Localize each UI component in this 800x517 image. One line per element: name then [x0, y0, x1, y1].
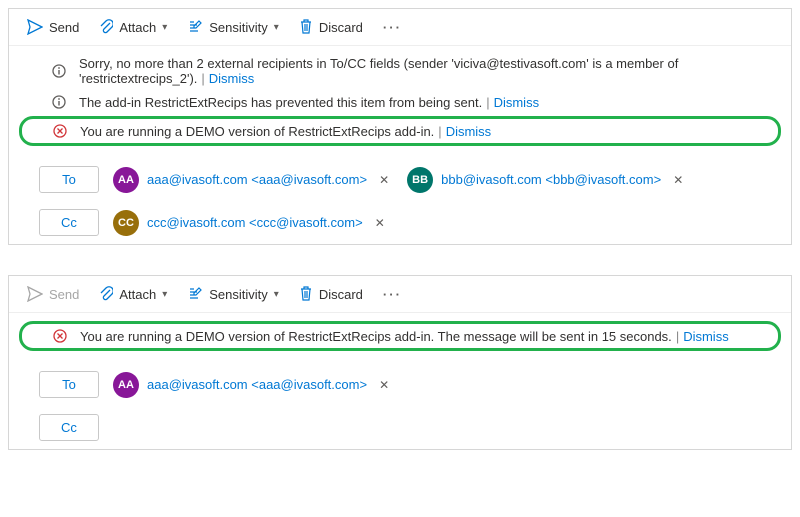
send-button: Send — [19, 282, 87, 306]
avatar: AA — [113, 372, 139, 398]
remove-recipient-icon[interactable]: ✕ — [375, 173, 393, 187]
recipient-chip[interactable]: AA aaa@ivasoft.com <aaa@ivasoft.com> ✕ — [113, 372, 393, 398]
notice-area: You are running a DEMO version of Restri… — [9, 313, 791, 363]
notice-text: Sorry, no more than 2 external recipient… — [79, 56, 775, 86]
remove-recipient-icon[interactable]: ✕ — [669, 173, 687, 187]
chevron-down-icon: ▾ — [162, 289, 167, 300]
sensitivity-label: Sensitivity — [209, 287, 268, 302]
avatar: CC — [113, 210, 139, 236]
discard-label: Discard — [319, 20, 363, 35]
error-icon — [52, 123, 68, 139]
dismiss-link[interactable]: Dismiss — [446, 124, 492, 139]
attach-label: Attach — [119, 20, 156, 35]
paperclip-icon — [99, 286, 113, 302]
sensitivity-button[interactable]: Sensitivity ▾ — [179, 282, 287, 306]
chevron-down-icon: ▾ — [274, 289, 279, 300]
recipient-text: aaa@ivasoft.com <aaa@ivasoft.com> — [147, 172, 367, 187]
more-button[interactable]: ··· — [375, 16, 410, 39]
send-label: Send — [49, 287, 79, 302]
recipient-chip[interactable]: CC ccc@ivasoft.com <ccc@ivasoft.com> ✕ — [113, 210, 389, 236]
notice-info: The add-in RestrictExtRecips has prevent… — [9, 90, 791, 114]
compose-toolbar: Send Attach ▾ Sensitivity ▾ Discard ··· — [9, 9, 791, 46]
compose-pane-1: Send Attach ▾ Sensitivity ▾ Discard ··· … — [8, 8, 792, 245]
notice-error-highlighted: You are running a DEMO version of Restri… — [19, 116, 781, 146]
recipient-chip[interactable]: AA aaa@ivasoft.com <aaa@ivasoft.com> ✕ — [113, 167, 393, 193]
cc-button[interactable]: Cc — [39, 209, 99, 236]
recipient-text: bbb@ivasoft.com <bbb@ivasoft.com> — [441, 172, 661, 187]
sensitivity-button[interactable]: Sensitivity ▾ — [179, 15, 287, 39]
avatar: BB — [407, 167, 433, 193]
recipient-text: aaa@ivasoft.com <aaa@ivasoft.com> — [147, 377, 367, 392]
notice-text: You are running a DEMO version of Restri… — [80, 124, 491, 139]
notice-text: The add-in RestrictExtRecips has prevent… — [79, 95, 539, 110]
info-icon — [51, 94, 67, 110]
notice-error-highlighted: You are running a DEMO version of Restri… — [19, 321, 781, 351]
send-button[interactable]: Send — [19, 15, 87, 39]
to-row: To AA aaa@ivasoft.com <aaa@ivasoft.com> … — [9, 158, 791, 201]
sensitivity-icon — [187, 286, 203, 302]
dismiss-link[interactable]: Dismiss — [209, 71, 255, 86]
discard-button[interactable]: Discard — [291, 282, 371, 306]
to-row: To AA aaa@ivasoft.com <aaa@ivasoft.com> … — [9, 363, 791, 406]
notice-info: Sorry, no more than 2 external recipient… — [9, 52, 791, 90]
to-button[interactable]: To — [39, 166, 99, 193]
trash-icon — [299, 286, 313, 302]
info-icon — [51, 63, 67, 79]
more-button[interactable]: ··· — [375, 283, 410, 306]
discard-label: Discard — [319, 287, 363, 302]
notice-area: Sorry, no more than 2 external recipient… — [9, 46, 791, 158]
send-label: Send — [49, 20, 79, 35]
to-button[interactable]: To — [39, 371, 99, 398]
dismiss-link[interactable]: Dismiss — [494, 95, 540, 110]
cc-row: Cc — [9, 406, 791, 449]
compose-toolbar: Send Attach ▾ Sensitivity ▾ Discard ··· — [9, 276, 791, 313]
notice-text: You are running a DEMO version of Restri… — [80, 329, 729, 344]
recipient-chip[interactable]: BB bbb@ivasoft.com <bbb@ivasoft.com> ✕ — [407, 167, 687, 193]
paperclip-icon — [99, 19, 113, 35]
chevron-down-icon: ▾ — [274, 22, 279, 33]
trash-icon — [299, 19, 313, 35]
compose-pane-2: Send Attach ▾ Sensitivity ▾ Discard ··· … — [8, 275, 792, 450]
discard-button[interactable]: Discard — [291, 15, 371, 39]
remove-recipient-icon[interactable]: ✕ — [371, 216, 389, 230]
sensitivity-icon — [187, 19, 203, 35]
sensitivity-label: Sensitivity — [209, 20, 268, 35]
dismiss-link[interactable]: Dismiss — [683, 329, 729, 344]
attach-label: Attach — [119, 287, 156, 302]
send-icon — [27, 19, 43, 35]
send-icon — [27, 286, 43, 302]
cc-button[interactable]: Cc — [39, 414, 99, 441]
remove-recipient-icon[interactable]: ✕ — [375, 378, 393, 392]
attach-button[interactable]: Attach ▾ — [91, 15, 175, 39]
error-icon — [52, 328, 68, 344]
cc-row: Cc CC ccc@ivasoft.com <ccc@ivasoft.com> … — [9, 201, 791, 244]
attach-button[interactable]: Attach ▾ — [91, 282, 175, 306]
chevron-down-icon: ▾ — [162, 22, 167, 33]
recipient-text: ccc@ivasoft.com <ccc@ivasoft.com> — [147, 215, 363, 230]
avatar: AA — [113, 167, 139, 193]
